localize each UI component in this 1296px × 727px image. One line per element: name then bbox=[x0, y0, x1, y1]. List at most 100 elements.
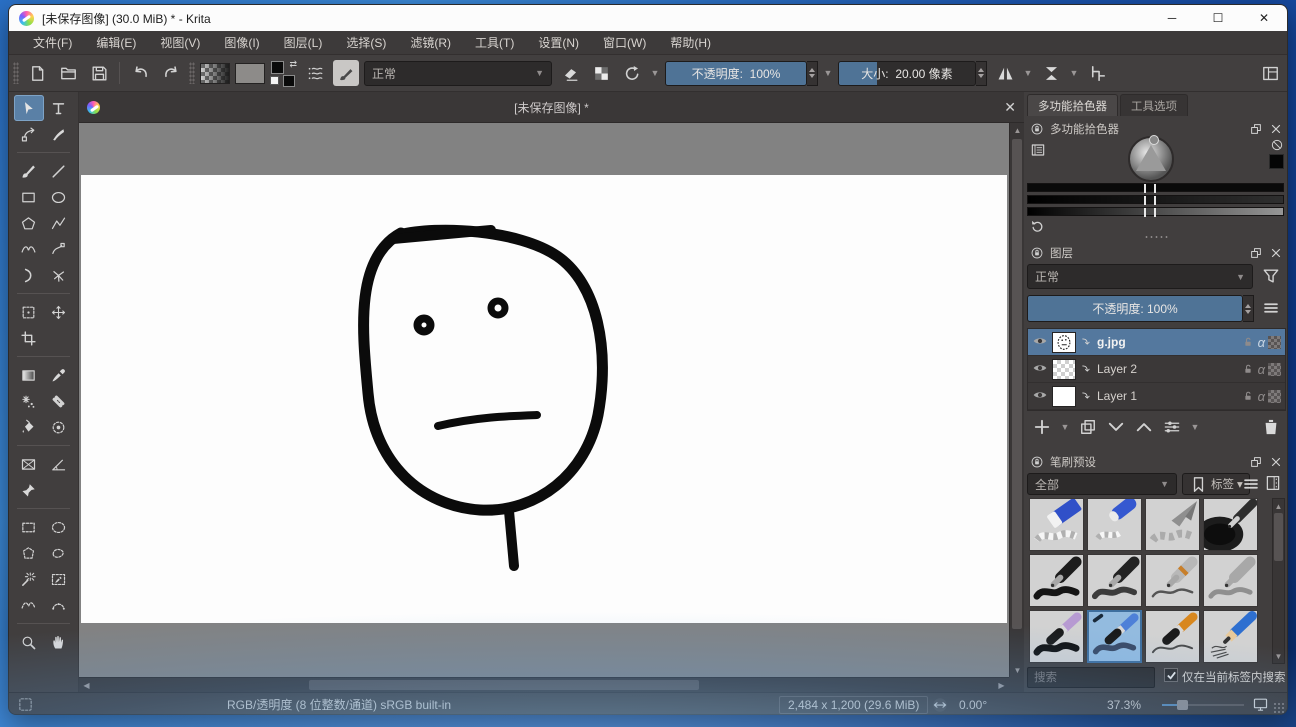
select-rect-tool[interactable] bbox=[14, 514, 44, 540]
brush-size-slider[interactable]: 大小: 20.00 像素 bbox=[838, 61, 976, 86]
save-button[interactable] bbox=[86, 60, 112, 86]
color-slider-hue[interactable] bbox=[1027, 183, 1284, 192]
alpha-lock-icon[interactable]: α bbox=[1258, 389, 1265, 404]
inherit-alpha-icon[interactable] bbox=[1268, 336, 1281, 349]
alpha-lock-icon[interactable]: α bbox=[1258, 335, 1265, 350]
canvas[interactable] bbox=[81, 175, 1007, 623]
docker-resize-handle[interactable] bbox=[1144, 235, 1170, 239]
brush-preset-basic-tip-soft[interactable] bbox=[1087, 554, 1142, 607]
search-in-tag-checkbox[interactable] bbox=[1164, 668, 1178, 682]
add-layer-button[interactable] bbox=[1032, 417, 1052, 437]
colorize-mask-tool[interactable] bbox=[14, 388, 44, 414]
brush-preset-airbrush-soft[interactable] bbox=[1145, 498, 1200, 551]
wrap-around-button[interactable] bbox=[1084, 60, 1110, 86]
scroll-up-icon[interactable]: ▲ bbox=[1273, 499, 1284, 513]
gradient-tool[interactable] bbox=[14, 362, 44, 388]
docker-float-icon[interactable] bbox=[1249, 246, 1263, 260]
canvas-viewport[interactable] bbox=[79, 123, 1009, 677]
move-layer-down-button[interactable] bbox=[1106, 417, 1126, 437]
menu-item[interactable]: 帮助(H) bbox=[658, 31, 723, 55]
menu-item[interactable]: 文件(F) bbox=[21, 31, 84, 55]
chevron-down-icon[interactable]: ▼ bbox=[1060, 422, 1070, 432]
scroll-left-icon[interactable]: ◀ bbox=[79, 678, 94, 692]
layer-thumbnail[interactable] bbox=[1052, 359, 1076, 380]
menu-item[interactable]: 图像(I) bbox=[212, 31, 271, 55]
brush-preset-pen-silver[interactable] bbox=[1203, 554, 1258, 607]
gradient-chooser[interactable] bbox=[200, 63, 230, 84]
layer-thumbnail[interactable] bbox=[1052, 332, 1076, 353]
mirror-horizontal-button[interactable] bbox=[992, 60, 1018, 86]
color-picker-tool[interactable] bbox=[44, 362, 74, 388]
docker-lock-icon[interactable] bbox=[1030, 122, 1044, 136]
selector-refresh-button[interactable] bbox=[1030, 219, 1045, 234]
opacity-slider[interactable]: 不透明度: 100% bbox=[665, 61, 807, 86]
docker-lock-icon[interactable] bbox=[1030, 246, 1044, 260]
selector-settings-button[interactable] bbox=[1030, 142, 1046, 158]
toolbar-grip[interactable] bbox=[189, 62, 195, 84]
reset-colors-swatch[interactable] bbox=[270, 76, 279, 85]
brush-scrollbar-handle[interactable] bbox=[1274, 513, 1283, 561]
docker-float-icon[interactable] bbox=[1249, 455, 1263, 469]
move-layer-up-button[interactable] bbox=[1134, 417, 1154, 437]
select-poly-tool[interactable] bbox=[14, 540, 44, 566]
new-document-button[interactable] bbox=[24, 60, 50, 86]
eraser-mode-button[interactable] bbox=[557, 60, 583, 86]
preserve-alpha-button[interactable] bbox=[588, 60, 614, 86]
freehand-brush-tool[interactable] bbox=[14, 158, 44, 184]
layer-lock-icon[interactable] bbox=[1241, 362, 1255, 376]
zoom-slider[interactable] bbox=[1162, 704, 1244, 706]
layer-row[interactable]: g.jpg α bbox=[1028, 329, 1285, 356]
layer-thumbnail[interactable] bbox=[1052, 386, 1076, 407]
move-tool[interactable] bbox=[44, 299, 74, 325]
select-color-tool[interactable] bbox=[44, 566, 74, 592]
brush-preset-wet-brush[interactable] bbox=[1087, 610, 1142, 663]
no-color-button[interactable] bbox=[1270, 138, 1284, 152]
scroll-down-icon[interactable]: ▼ bbox=[1273, 649, 1284, 663]
vertical-scrollbar[interactable]: ▲ ▼ bbox=[1009, 123, 1024, 677]
swap-colors-icon[interactable]: ⇄ bbox=[289, 60, 297, 69]
brush-settings-button[interactable] bbox=[302, 60, 328, 86]
document-titlebar[interactable]: [未保存图像] * ✕ bbox=[79, 92, 1024, 123]
current-color-swatch[interactable] bbox=[1269, 154, 1284, 169]
chevron-down-icon[interactable]: ▼ bbox=[1190, 422, 1200, 432]
background-color-swatch[interactable] bbox=[283, 75, 295, 87]
brush-preset-ink-brush[interactable] bbox=[1029, 610, 1084, 663]
crop-tool[interactable] bbox=[14, 325, 44, 351]
thumbnail-size-button[interactable] bbox=[1264, 474, 1282, 492]
duplicate-layer-button[interactable] bbox=[1078, 417, 1098, 437]
layer-row[interactable]: Layer 2 α bbox=[1028, 356, 1285, 383]
polyline-tool[interactable] bbox=[44, 210, 74, 236]
color-slider-value[interactable] bbox=[1027, 207, 1284, 216]
brush-preset-eraser-soft[interactable] bbox=[1087, 498, 1142, 551]
zoom-tool[interactable] bbox=[14, 629, 44, 655]
alpha-lock-icon[interactable]: α bbox=[1258, 362, 1265, 377]
document-close-button[interactable]: ✕ bbox=[1004, 99, 1016, 116]
smart-patch-tool[interactable] bbox=[44, 388, 74, 414]
minimize-button[interactable]: ─ bbox=[1149, 5, 1195, 31]
docker-lock-icon[interactable] bbox=[1030, 455, 1044, 469]
brush-editor-button[interactable] bbox=[333, 60, 359, 86]
undo-button[interactable] bbox=[127, 60, 153, 86]
dynamic-brush-tool[interactable] bbox=[14, 262, 44, 288]
multibrush-tool[interactable] bbox=[44, 262, 74, 288]
foreground-color-swatch[interactable] bbox=[271, 61, 284, 74]
layer-opacity-slider[interactable]: 不透明度: 100% bbox=[1027, 295, 1243, 322]
blend-mode-dropdown[interactable]: 正常 ▼ bbox=[364, 61, 552, 86]
horizontal-scrollbar[interactable]: ◀ ▶ bbox=[79, 677, 1009, 692]
toolbar-grip[interactable] bbox=[13, 62, 19, 84]
layer-options-button[interactable] bbox=[1262, 299, 1280, 317]
inherit-alpha-icon[interactable] bbox=[1268, 363, 1281, 376]
select-similar-tool[interactable] bbox=[14, 566, 44, 592]
menu-item[interactable]: 工具(T) bbox=[463, 31, 526, 55]
chevron-down-icon[interactable]: ▼ bbox=[650, 68, 660, 78]
zoom-percent[interactable]: 37.3% bbox=[1107, 693, 1141, 715]
select-freehand-tool[interactable] bbox=[44, 540, 74, 566]
menu-item[interactable]: 滤镜(R) bbox=[398, 31, 463, 55]
brush-preset-detail-brush[interactable] bbox=[1145, 610, 1200, 663]
docker-close-icon[interactable] bbox=[1269, 122, 1283, 136]
brush-preset-pencil[interactable] bbox=[1203, 610, 1258, 663]
menu-item[interactable]: 窗口(W) bbox=[591, 31, 658, 55]
vertical-scrollbar-handle[interactable] bbox=[1012, 139, 1022, 629]
zoom-slider-handle[interactable] bbox=[1177, 700, 1188, 710]
selection-indicator[interactable] bbox=[17, 693, 34, 715]
